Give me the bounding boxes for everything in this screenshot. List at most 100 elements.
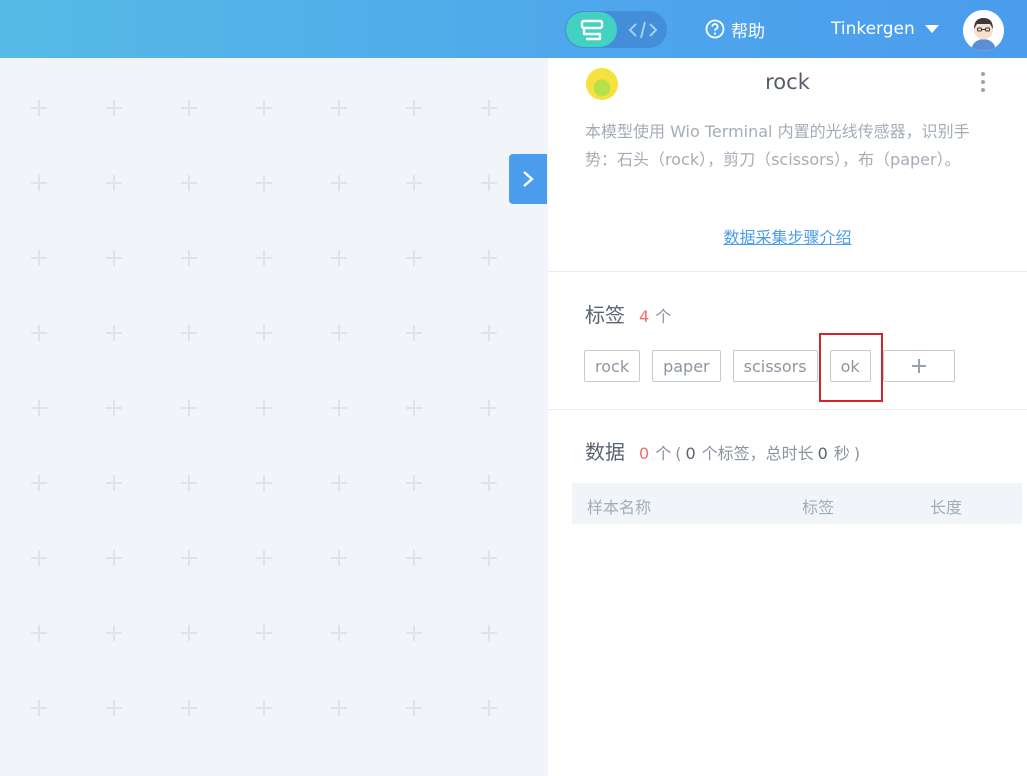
label-tags: rock paper scissors ok	[584, 350, 955, 382]
grid-plus-mark	[181, 475, 197, 491]
grid-plus-mark	[256, 475, 272, 491]
grid-plus-mark	[406, 700, 422, 716]
help-label: 帮助	[731, 21, 765, 42]
question-circle-icon	[705, 19, 725, 39]
grid-plus-mark	[481, 325, 497, 341]
divider	[548, 409, 1027, 410]
grid-plus-mark	[106, 475, 122, 491]
grid-plus-mark	[31, 325, 47, 341]
tag-scissors[interactable]: scissors	[732, 350, 818, 382]
grid-plus-mark	[106, 700, 122, 716]
grid-plus-mark	[406, 325, 422, 341]
chevron-right-icon	[523, 171, 534, 187]
grid-plus-mark	[481, 475, 497, 491]
grid-plus-mark	[106, 550, 122, 566]
grid-plus-mark	[181, 325, 197, 341]
data-collection-intro-link[interactable]: 数据采集步骤介绍	[548, 224, 1027, 248]
grid-plus-mark	[31, 475, 47, 491]
model-title: rock	[765, 70, 810, 94]
data-count: 0	[639, 444, 650, 463]
data-title: 数据	[585, 440, 625, 464]
grid-plus-mark	[106, 100, 122, 116]
grid-plus-mark	[106, 250, 122, 266]
column-sample-name: 样本名称	[587, 498, 652, 517]
blocks-icon	[580, 19, 603, 40]
grid-plus-mark	[481, 250, 497, 266]
grid-plus-mark	[31, 250, 47, 266]
caret-down-icon	[924, 25, 939, 33]
tag-paper[interactable]: paper	[652, 350, 721, 382]
grid-plus-mark	[481, 625, 497, 641]
grid-plus-mark	[481, 400, 497, 416]
grid-plus-mark	[31, 700, 47, 716]
grid-plus-mark	[256, 325, 272, 341]
grid-plus-mark	[331, 625, 347, 641]
labels-count: 4	[639, 307, 650, 326]
grid-plus-mark	[181, 550, 197, 566]
grid-plus-mark	[406, 625, 422, 641]
grid-plus-mark	[106, 175, 122, 191]
grid-plus-mark	[31, 100, 47, 116]
grid-plus-mark	[331, 175, 347, 191]
grid-plus-mark	[106, 325, 122, 341]
grid-plus-mark	[406, 550, 422, 566]
avatar-face-icon	[963, 10, 1004, 51]
grid-plus-mark	[181, 400, 197, 416]
grid-plus-mark	[256, 400, 272, 416]
code-icon	[628, 21, 658, 38]
grid-plus-mark	[331, 400, 347, 416]
grid-plus-mark	[181, 700, 197, 716]
grid-plus-mark	[481, 175, 497, 191]
labels-unit: 个	[655, 307, 672, 326]
blocks-mode-button[interactable]	[566, 12, 617, 47]
data-label-text: 个标签，总时长	[701, 444, 814, 463]
grid-plus-mark	[256, 175, 272, 191]
grid-plus-mark	[331, 250, 347, 266]
editor-mode-toggle[interactable]	[565, 11, 667, 48]
expand-panel-button[interactable]	[509, 154, 547, 204]
grid-plus-mark	[331, 550, 347, 566]
plus-icon	[911, 359, 926, 373]
grid-plus-mark	[406, 100, 422, 116]
grid-plus-mark	[331, 475, 347, 491]
grid-plus-mark	[181, 625, 197, 641]
column-length: 长度	[930, 498, 963, 517]
help-link[interactable]: 帮助	[705, 18, 765, 42]
data-unit: 个	[655, 444, 672, 463]
grid-plus-mark	[256, 250, 272, 266]
grid-plus-mark	[106, 400, 122, 416]
data-duration: 0	[817, 444, 828, 463]
user-name: Tinkergen	[831, 19, 915, 39]
workspace-canvas[interactable]	[0, 58, 548, 776]
grid-plus-mark	[181, 175, 197, 191]
grid-plus-mark	[181, 100, 197, 116]
data-table-header: 样本名称 标签 长度	[572, 483, 1022, 524]
grid-plus-mark	[31, 400, 47, 416]
add-label-button[interactable]	[882, 350, 955, 382]
grid-plus-mark	[331, 325, 347, 341]
user-menu[interactable]: Tinkergen	[831, 18, 939, 40]
model-panel: rock 本模型使用 Wio Terminal 内置的光线传感器，识别手势：石头…	[548, 58, 1027, 776]
grid-plus-mark	[256, 625, 272, 641]
data-paren-close: )	[853, 444, 861, 463]
divider	[548, 271, 1027, 272]
highlight-box	[819, 333, 883, 402]
data-label-count: 0	[685, 444, 696, 463]
grid-plus-mark	[31, 625, 47, 641]
grid-plus-mark	[481, 100, 497, 116]
labels-section-title: 标签 4 个	[585, 299, 671, 328]
top-bar: 帮助 Tinkergen	[0, 0, 1027, 58]
column-label: 标签	[802, 498, 835, 517]
grid-plus-mark	[31, 175, 47, 191]
more-options-icon[interactable]	[980, 72, 986, 96]
grid-plus-mark	[331, 700, 347, 716]
grid-plus-mark	[331, 100, 347, 116]
avatar[interactable]	[963, 10, 1004, 51]
data-duration-unit: 秒	[833, 444, 850, 463]
grid-plus-mark	[31, 550, 47, 566]
grid-plus-mark	[106, 625, 122, 641]
tag-rock[interactable]: rock	[584, 350, 641, 382]
grid-plus-mark	[406, 250, 422, 266]
code-mode-button[interactable]	[621, 12, 665, 47]
grid-plus-mark	[481, 700, 497, 716]
